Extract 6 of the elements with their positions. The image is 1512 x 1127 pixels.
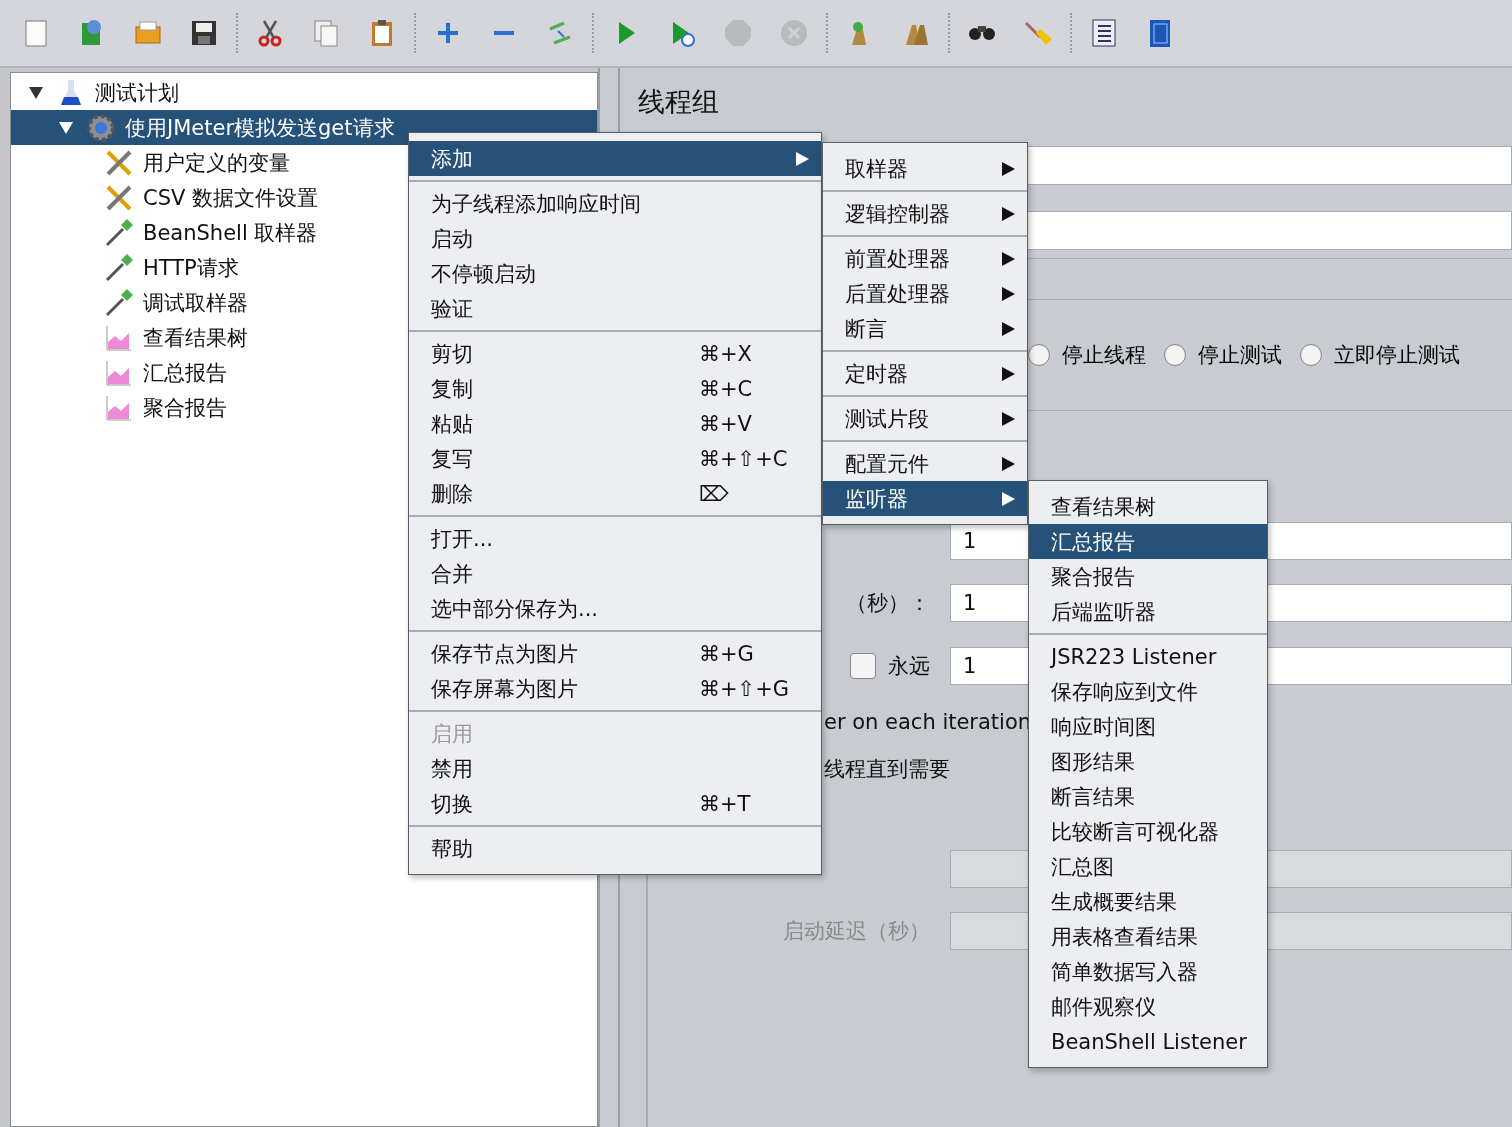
field-label: （秒）：	[845, 590, 931, 617]
checkbox-label: 永远	[888, 653, 930, 680]
option-label: er on each iteration	[824, 710, 1032, 734]
panel-title: 线程组	[637, 85, 720, 119]
field-label: 启动延迟（秒）	[782, 918, 931, 945]
option-label: 线程直到需要	[824, 756, 950, 783]
